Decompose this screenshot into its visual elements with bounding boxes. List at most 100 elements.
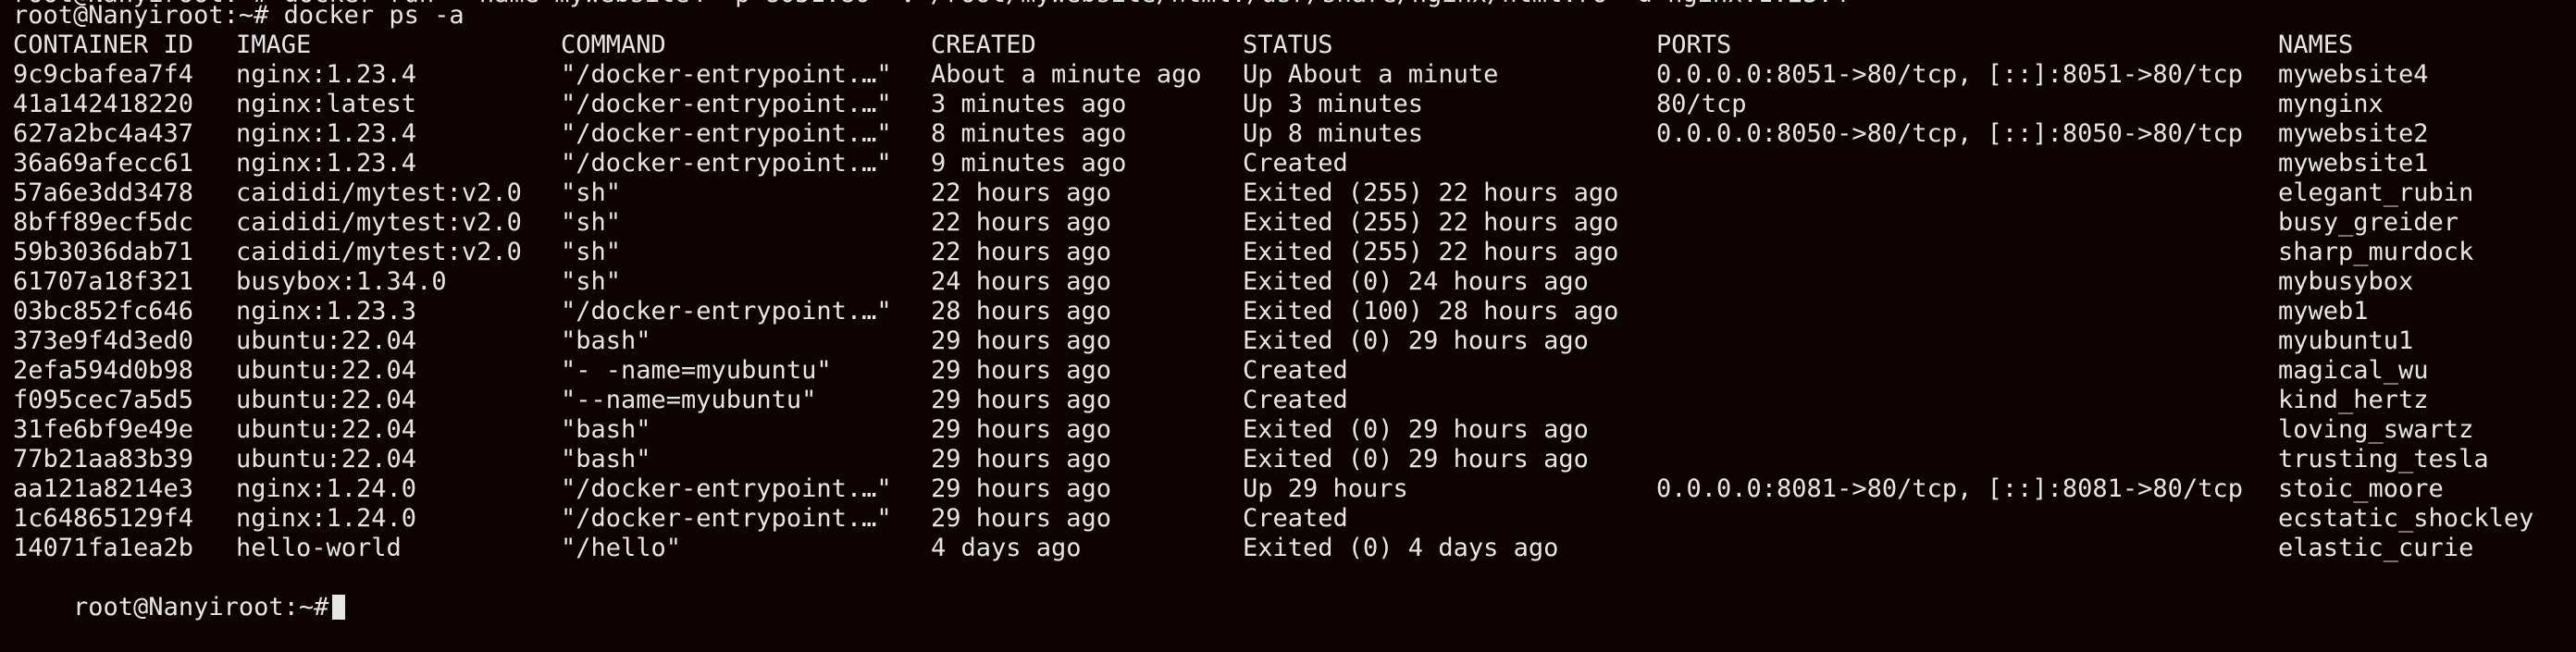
- names-cell: elastic_curie: [2278, 534, 2474, 562]
- created-cell: 3 minutes ago: [931, 90, 1127, 118]
- image-cell: nginx:1.23.4: [236, 149, 417, 178]
- table-row: 373e9f4d3ed0 ubuntu:22.04 "bash" 29 hours a…: [13, 326, 2567, 356]
- ports-cell: 0.0.0.0:8051->80/tcp, [::]:8051->80/tcp: [1656, 60, 2243, 89]
- table-row: 9c9cbafea7f4 nginx:1.23.4 "/docker-entrypo…: [13, 60, 2567, 90]
- container-id-cell: 1c64865129f4: [13, 504, 194, 533]
- header-command: COMMAND: [561, 31, 666, 59]
- header-container-id: CONTAINER ID: [13, 31, 194, 59]
- command-cell: "sh": [561, 267, 622, 296]
- names-cell: sharp_murdock: [2278, 238, 2474, 266]
- table-row: 627a2bc4a437 nginx:1.23.4 "/docker-entrypo…: [13, 119, 2567, 149]
- image-cell: ubuntu:22.04: [236, 445, 417, 474]
- image-cell: ubuntu:22.04: [236, 356, 417, 385]
- image-cell: ubuntu:22.04: [236, 415, 417, 444]
- names-cell: elegant_rubin: [2278, 178, 2474, 207]
- table-row: 57a6e3dd3478 caididi/mytest:v2.0 "sh" 22 ho…: [13, 178, 2567, 208]
- container-id-cell: 59b3036dab71: [13, 238, 194, 266]
- command-cell: "sh": [561, 238, 622, 266]
- status-cell: Up About a minute: [1243, 60, 1499, 89]
- command-cell: "/docker-entrypoint.…": [561, 474, 892, 503]
- status-cell: Up 29 hours: [1243, 474, 1408, 503]
- command-cell: "/docker-entrypoint.…": [561, 119, 892, 148]
- command-cell: "/docker-entrypoint.…": [561, 297, 892, 326]
- container-id-cell: 8bff89ecf5dc: [13, 208, 194, 237]
- created-cell: 29 hours ago: [931, 415, 1112, 444]
- image-cell: caididi/mytest:v2.0: [236, 238, 522, 266]
- image-cell: caididi/mytest:v2.0: [236, 208, 522, 237]
- status-cell: Exited (0) 29 hours ago: [1243, 415, 1589, 444]
- table-row: 36a69afecc61 nginx:1.23.4 "/docker-entrypo…: [13, 149, 2567, 178]
- table-header: CONTAINER ID IMAGE COMMAND CREATED STATU…: [13, 31, 2567, 60]
- container-id-cell: 36a69afecc61: [13, 149, 194, 178]
- status-cell: Exited (0) 29 hours ago: [1243, 326, 1589, 355]
- container-id-cell: 627a2bc4a437: [13, 119, 194, 148]
- created-cell: 29 hours ago: [931, 356, 1112, 385]
- names-cell: busy_greider: [2278, 208, 2459, 237]
- container-id-cell: 77b21aa83b39: [13, 445, 194, 474]
- table-row: 1c64865129f4 nginx:1.24.0 "/docker-entrypo…: [13, 504, 2567, 534]
- names-cell: mywebsite2: [2278, 119, 2429, 148]
- container-id-cell: 9c9cbafea7f4: [13, 60, 194, 89]
- command-cell: "sh": [561, 208, 622, 237]
- table-row: 14071fa1ea2b hello-world "/hello" 4 days ag…: [13, 534, 2567, 563]
- status-cell: Created: [1243, 149, 1348, 178]
- status-cell: Exited (255) 22 hours ago: [1243, 178, 1619, 207]
- image-cell: ubuntu:22.04: [236, 386, 417, 414]
- created-cell: 4 days ago: [931, 534, 1082, 562]
- table-row: 8bff89ecf5dc caididi/mytest:v2.0 "sh" 22 ho…: [13, 208, 2567, 238]
- status-cell: Exited (0) 24 hours ago: [1243, 267, 1589, 296]
- command-cell: "- -name=myubuntu": [561, 356, 832, 385]
- status-cell: Up 3 minutes: [1243, 90, 1424, 118]
- names-cell: stoic_moore: [2278, 474, 2444, 503]
- status-cell: Created: [1243, 356, 1348, 385]
- names-cell: magical_wu: [2278, 356, 2429, 385]
- names-cell: kind_hertz: [2278, 386, 2429, 414]
- created-cell: 29 hours ago: [931, 445, 1112, 474]
- command-cell: "/docker-entrypoint.…": [561, 90, 892, 118]
- table-row: 2efa594d0b98 ubuntu:22.04 "- -name=myubunt…: [13, 356, 2567, 386]
- command-cell: "/docker-entrypoint.…": [561, 60, 892, 89]
- created-cell: About a minute ago: [931, 60, 1202, 89]
- header-created: CREATED: [931, 31, 1036, 59]
- created-cell: 9 minutes ago: [931, 149, 1127, 178]
- container-id-cell: aa121a8214e3: [13, 474, 194, 503]
- text-cursor: [332, 595, 346, 620]
- table-row: 59b3036dab71 caididi/mytest:v2.0 "sh" 22 ho…: [13, 238, 2567, 267]
- ports-cell: 0.0.0.0:8081->80/tcp, [::]:8081->80/tcp: [1656, 474, 2243, 503]
- table-row: 61707a18f321 busybox:1.34.0 "sh" 24 hours a…: [13, 267, 2567, 297]
- ports-cell: 0.0.0.0:8050->80/tcp, [::]:8050->80/tcp: [1656, 119, 2243, 148]
- status-cell: Created: [1243, 386, 1348, 414]
- names-cell: mywebsite4: [2278, 60, 2429, 89]
- container-id-cell: 61707a18f321: [13, 267, 194, 296]
- command-cell: "/hello": [561, 534, 682, 562]
- names-cell: mybusybox: [2278, 267, 2414, 296]
- status-cell: Exited (0) 29 hours ago: [1243, 445, 1589, 474]
- status-cell: Up 8 minutes: [1243, 119, 1424, 148]
- created-cell: 29 hours ago: [931, 386, 1112, 414]
- container-id-cell: f095cec7a5d5: [13, 386, 194, 414]
- command-line: root@Nanyiroot:~# docker ps -a: [13, 1, 464, 30]
- created-cell: 22 hours ago: [931, 208, 1112, 237]
- command-cell: "/docker-entrypoint.…": [561, 504, 892, 533]
- names-cell: myubuntu1: [2278, 326, 2414, 355]
- container-id-cell: 14071fa1ea2b: [13, 534, 194, 562]
- image-cell: nginx:1.23.4: [236, 119, 417, 148]
- image-cell: ubuntu:22.04: [236, 326, 417, 355]
- image-cell: hello-world: [236, 534, 402, 562]
- created-cell: 22 hours ago: [931, 238, 1112, 266]
- created-cell: 8 minutes ago: [931, 119, 1127, 148]
- created-cell: 28 hours ago: [931, 297, 1112, 326]
- names-cell: myweb1: [2278, 297, 2369, 326]
- terminal-window[interactable]: root@Nanyiroot:~# docker run --name mywe…: [13, 0, 2576, 649]
- table-row: 31fe6bf9e49e ubuntu:22.04 "bash" 29 hours a…: [13, 415, 2567, 445]
- command-cell: "bash": [561, 445, 651, 474]
- container-id-cell: 41a142418220: [13, 90, 194, 118]
- container-id-cell: 31fe6bf9e49e: [13, 415, 194, 444]
- prompt-line[interactable]: root@Nanyiroot:~#: [13, 563, 346, 621]
- image-cell: nginx:1.23.4: [236, 60, 417, 89]
- image-cell: nginx:1.24.0: [236, 504, 417, 533]
- table-row: f095cec7a5d5 ubuntu:22.04 "--name=myubuntu…: [13, 386, 2567, 415]
- header-names: NAMES: [2278, 31, 2354, 59]
- table-row: 03bc852fc646 nginx:1.23.3 "/docker-entrypo…: [13, 297, 2567, 326]
- container-id-cell: 2efa594d0b98: [13, 356, 194, 385]
